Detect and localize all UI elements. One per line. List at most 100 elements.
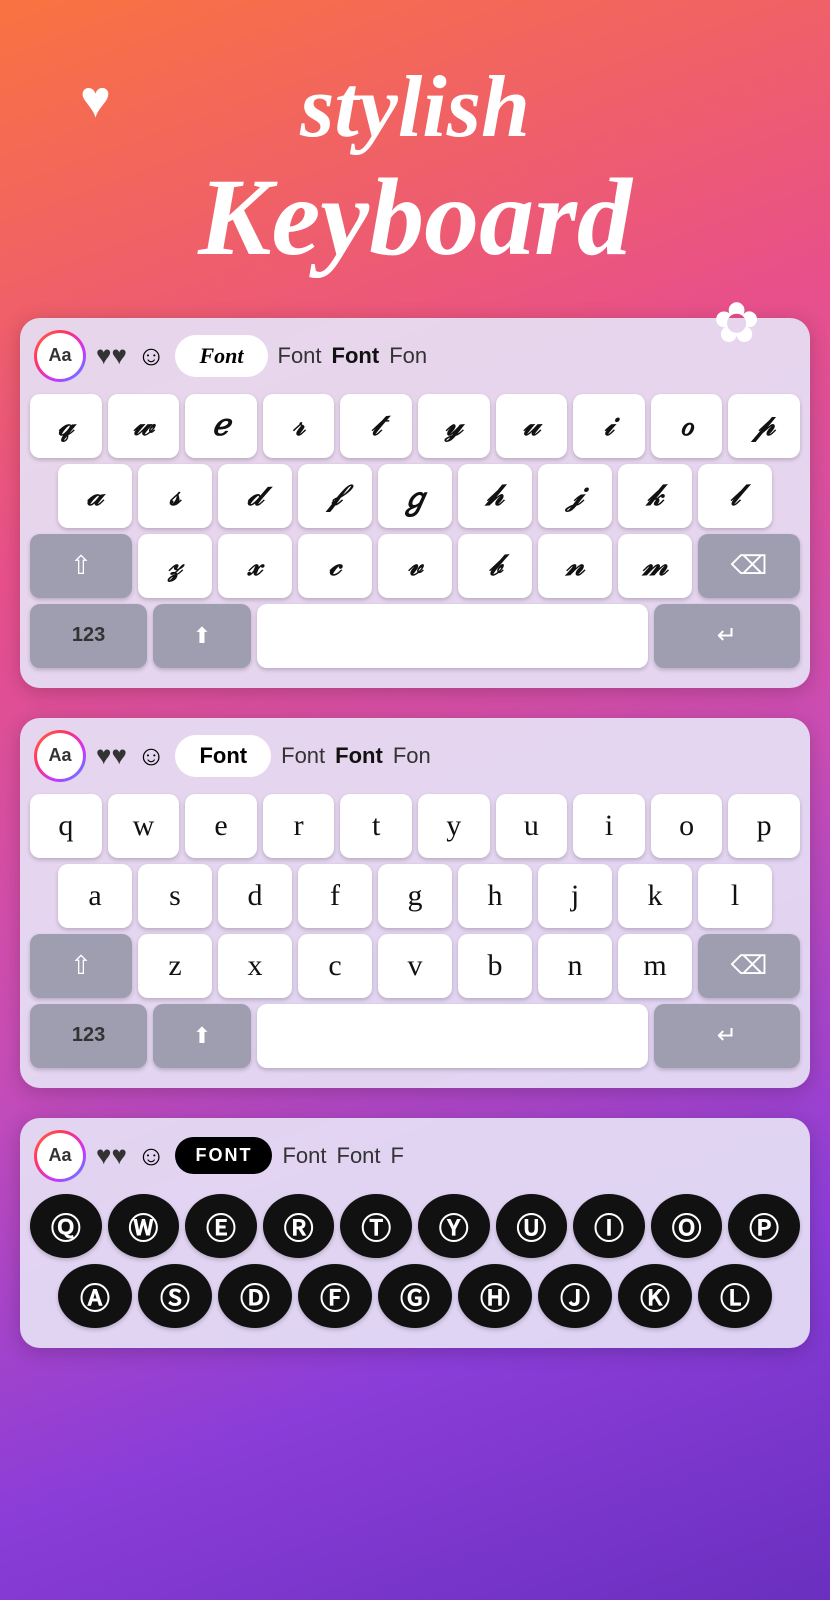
key-z-2[interactable]: z [138, 934, 212, 998]
key-k-1[interactable]: 𝓀 [618, 464, 692, 528]
key-z-1[interactable]: 𝓏 [138, 534, 212, 598]
key-e-1[interactable]: ℯ [185, 394, 257, 458]
shift-btn-2[interactable]: ⇧ [30, 934, 132, 998]
key-h-3[interactable]: Ⓗ [458, 1264, 532, 1328]
key-i-2[interactable]: i [573, 794, 645, 858]
key-o-1[interactable]: ℴ [651, 394, 723, 458]
key-f-1[interactable]: 𝒻 [298, 464, 372, 528]
key-r-1[interactable]: 𝓇 [263, 394, 335, 458]
hearts-icon-3[interactable]: ♥♥ [96, 1140, 127, 1171]
hearts-icon-1[interactable]: ♥♥ [96, 340, 127, 371]
key-d-2[interactable]: d [218, 864, 292, 928]
key-d-3[interactable]: Ⓓ [218, 1264, 292, 1328]
key-x-2[interactable]: x [218, 934, 292, 998]
key-d-1[interactable]: 𝒹 [218, 464, 292, 528]
key-m-1[interactable]: 𝓂 [618, 534, 692, 598]
font-label-2-3[interactable]: Font [282, 1143, 326, 1169]
font-label-3-1[interactable]: Font [332, 343, 380, 369]
key-s-2[interactable]: s [138, 864, 212, 928]
key-l-2[interactable]: l [698, 864, 772, 928]
key-p-2[interactable]: p [728, 794, 800, 858]
key-v-2[interactable]: v [378, 934, 452, 998]
key-q-1[interactable]: 𝓆 [30, 394, 102, 458]
key-w-1[interactable]: 𝓌 [108, 394, 180, 458]
key-q-2[interactable]: q [30, 794, 102, 858]
key-r-2[interactable]: r [263, 794, 335, 858]
key-b-2[interactable]: b [458, 934, 532, 998]
key-g-3[interactable]: Ⓖ [378, 1264, 452, 1328]
key-c-1[interactable]: 𝒸 [298, 534, 372, 598]
font-label-2-2[interactable]: Font [281, 743, 325, 769]
key-s-3[interactable]: Ⓢ [138, 1264, 212, 1328]
key-n-1[interactable]: 𝓃 [538, 534, 612, 598]
key-g-1[interactable]: ℊ [378, 464, 452, 528]
key-j-3[interactable]: Ⓙ [538, 1264, 612, 1328]
key-s-1[interactable]: 𝓈 [138, 464, 212, 528]
key-v-1[interactable]: 𝓋 [378, 534, 452, 598]
space-btn-2[interactable] [257, 1004, 648, 1068]
hearts-icon-2[interactable]: ♥♥ [96, 740, 127, 771]
backspace-btn-2[interactable]: ⌫ [698, 934, 800, 998]
key-l-3[interactable]: Ⓛ [698, 1264, 772, 1328]
key-g-2[interactable]: g [378, 864, 452, 928]
key-f-3[interactable]: Ⓕ [298, 1264, 372, 1328]
key-q-3[interactable]: Ⓠ [30, 1194, 102, 1258]
aa-button-3[interactable]: Aa [34, 1130, 86, 1182]
key-x-1[interactable]: 𝓍 [218, 534, 292, 598]
key-w-3[interactable]: Ⓦ [108, 1194, 180, 1258]
share-btn-1[interactable]: ⬆ [153, 604, 251, 668]
aa-button-2[interactable]: Aa [34, 730, 86, 782]
key-y-1[interactable]: 𝓎 [418, 394, 490, 458]
emoji-button-3[interactable]: ☺ [137, 1140, 166, 1172]
key-w-2[interactable]: w [108, 794, 180, 858]
enter-btn-2[interactable]: ↵ [654, 1004, 801, 1068]
key-m-2[interactable]: m [618, 934, 692, 998]
key-c-2[interactable]: c [298, 934, 372, 998]
key-h-2[interactable]: h [458, 864, 532, 928]
key-a-1[interactable]: 𝒶 [58, 464, 132, 528]
key-i-1[interactable]: 𝒾 [573, 394, 645, 458]
font-active-btn-3[interactable]: FONT [175, 1137, 272, 1174]
font-active-btn-1[interactable]: Font [175, 335, 267, 377]
emoji-button-1[interactable]: ☺ [137, 340, 166, 372]
enter-btn-1[interactable]: ↵ [654, 604, 801, 668]
key-o-3[interactable]: Ⓞ [651, 1194, 723, 1258]
key-t-2[interactable]: t [340, 794, 412, 858]
font-label-4-1[interactable]: Fon [389, 343, 427, 369]
font-label-4-3[interactable]: F [391, 1143, 404, 1169]
key-u-2[interactable]: u [496, 794, 568, 858]
numbers-btn-2[interactable]: 123 [30, 1004, 147, 1068]
aa-button-1[interactable]: Aa [34, 330, 86, 382]
key-j-2[interactable]: j [538, 864, 612, 928]
font-label-2-1[interactable]: Font [278, 343, 322, 369]
key-p-3[interactable]: Ⓟ [728, 1194, 800, 1258]
key-u-3[interactable]: Ⓤ [496, 1194, 568, 1258]
key-k-2[interactable]: k [618, 864, 692, 928]
font-active-btn-2[interactable]: Font [175, 735, 271, 777]
font-label-4-2[interactable]: Fon [393, 743, 431, 769]
key-n-2[interactable]: n [538, 934, 612, 998]
key-h-1[interactable]: 𝒽 [458, 464, 532, 528]
key-j-1[interactable]: 𝒿 [538, 464, 612, 528]
key-t-1[interactable]: 𝓉 [340, 394, 412, 458]
key-o-2[interactable]: o [651, 794, 723, 858]
key-t-3[interactable]: Ⓣ [340, 1194, 412, 1258]
emoji-button-2[interactable]: ☺ [137, 740, 166, 772]
key-u-1[interactable]: 𝓊 [496, 394, 568, 458]
key-f-2[interactable]: f [298, 864, 372, 928]
key-y-3[interactable]: Ⓨ [418, 1194, 490, 1258]
key-l-1[interactable]: 𝓁 [698, 464, 772, 528]
share-btn-2[interactable]: ⬆ [153, 1004, 251, 1068]
key-r-3[interactable]: Ⓡ [263, 1194, 335, 1258]
backspace-btn-1[interactable]: ⌫ [698, 534, 800, 598]
key-b-1[interactable]: 𝒷 [458, 534, 532, 598]
key-a-2[interactable]: a [58, 864, 132, 928]
key-y-2[interactable]: y [418, 794, 490, 858]
font-label-3-3[interactable]: Font [337, 1143, 381, 1169]
space-btn-1[interactable] [257, 604, 648, 668]
font-label-3-2[interactable]: Font [335, 743, 383, 769]
key-e-2[interactable]: e [185, 794, 257, 858]
shift-btn-1[interactable]: ⇧ [30, 534, 132, 598]
key-a-3[interactable]: Ⓐ [58, 1264, 132, 1328]
key-i-3[interactable]: Ⓘ [573, 1194, 645, 1258]
